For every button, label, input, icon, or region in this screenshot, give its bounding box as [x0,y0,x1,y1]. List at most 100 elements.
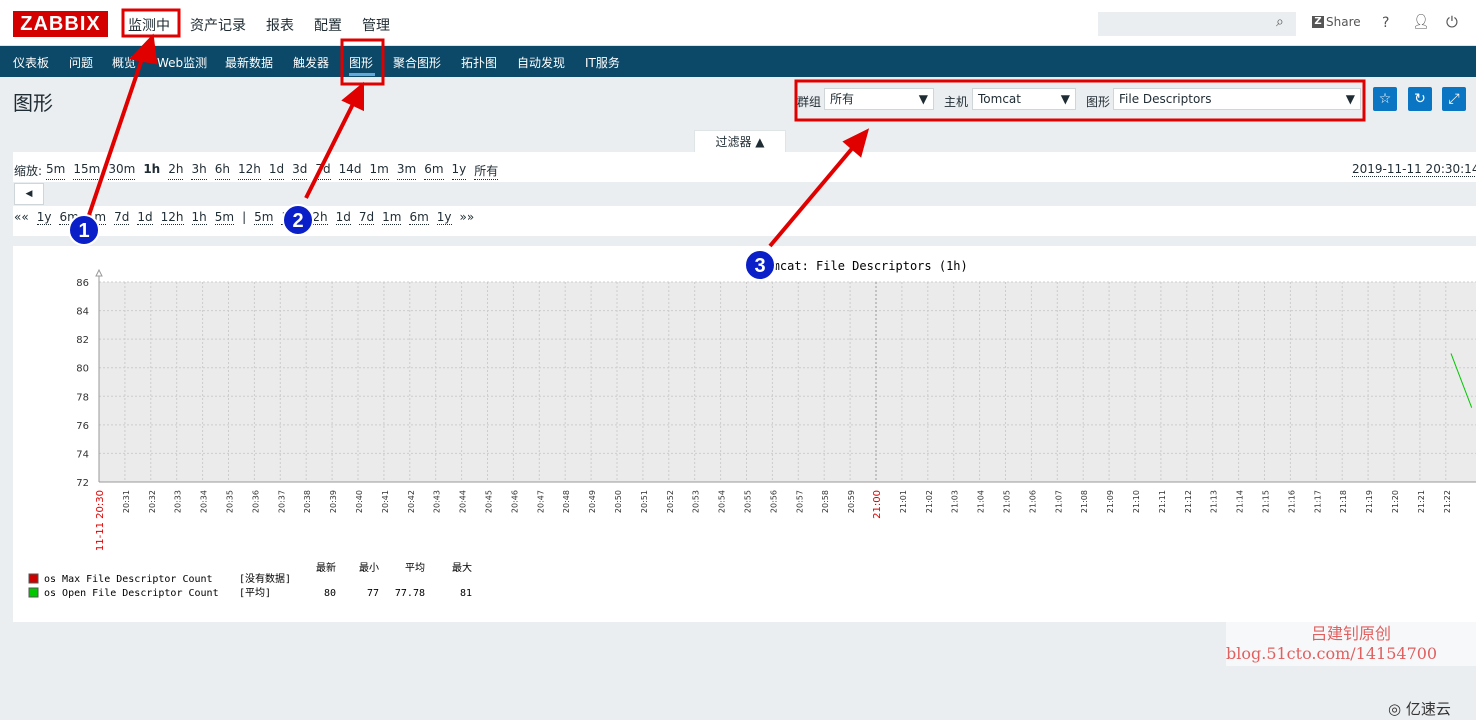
nav-back-1m[interactable]: 1m [86,210,107,225]
menu-monitoring[interactable]: 监测中 [128,15,170,35]
zoom-option-1y[interactable]: 1y [451,162,467,180]
nav-back-12h[interactable]: 12h [160,210,184,225]
menu-configuration[interactable]: 配置 [314,15,342,35]
legend-header: 最小 [359,562,379,574]
user-profile-icon[interactable]: 👤︎ [1412,14,1430,30]
y-axis-arrow [95,268,103,277]
y-tick-label: 80 [76,364,89,375]
nav-overview[interactable]: 概览 [112,54,136,71]
share-button[interactable]: Share [1326,15,1361,29]
zoom-option-3d[interactable]: 3d [292,162,308,180]
nav-forward-7d[interactable]: 7d [358,210,375,225]
zoom-option-30m[interactable]: 30m [108,162,136,180]
host-value: Tomcat [978,92,1021,106]
x-tick-label: 21:10 [1132,490,1141,513]
nav-forward-6m[interactable]: 6m [409,210,429,225]
nav-latest-data[interactable]: 最新数据 [225,54,273,71]
x-tick-label: 20:41 [381,490,390,513]
signout-icon[interactable]: ⏻ [1446,13,1458,31]
period-range[interactable]: 2019-11-11 20:30:14 - 2 [1352,162,1476,177]
nav-forward-5m[interactable]: 5m [254,210,274,225]
nav-back-1d[interactable]: 1d [137,210,153,225]
filter-tab[interactable]: 过滤器 ▲ [694,130,786,153]
legend-series-name: os Max File Descriptor Count [44,574,213,585]
nav-back-7d[interactable]: 7d [114,210,130,225]
x-tick-label: 20:47 [536,490,545,513]
nav-dashboard[interactable]: 仪表板 [13,54,49,71]
zoom-option-5m[interactable]: 5m [46,162,66,180]
nav-discovery[interactable]: 自动发现 [517,54,565,71]
legend-header: 最大 [452,561,472,574]
y-tick-label: 86 [76,278,89,289]
zoom-option-15m[interactable]: 15m [73,162,101,180]
x-tick-label: 20:39 [329,490,338,513]
nav-forward-1y[interactable]: 1y [436,210,452,225]
x-tick-label: 20:50 [614,490,623,513]
x-tick-label: 20:31 [122,490,131,513]
host-label: 主机 [944,95,969,109]
nav-screens[interactable]: 聚合图形 [393,54,441,71]
nav-back-6m[interactable]: 6m [59,210,79,225]
scroll-left-button[interactable]: ◀ [14,183,44,205]
nav-back-1h[interactable]: 1h [191,210,207,225]
x-tick-label: 20:36 [251,490,260,513]
nav-forward-1m[interactable]: 1m [382,210,402,225]
help-button[interactable]: ? [1382,15,1389,31]
x-tick-label: 21:01 [899,490,908,513]
nav-web[interactable]: Web监测 [157,54,207,71]
x-tick-label: 20:46 [510,490,519,513]
zabbix-logo[interactable]: ZABBIX [13,11,108,37]
legend-swatch [28,573,39,584]
fullscreen-button[interactable]: ⤢ [1442,87,1466,111]
watermark: 吕建钊原创 blog.51cto.com/14154700 [1226,620,1476,666]
refresh-button[interactable]: ↻ [1408,87,1432,111]
graph-select[interactable]: File Descriptors ▼ [1113,88,1361,110]
zoom-option-6m[interactable]: 6m [424,162,444,180]
nav-triggers[interactable]: 触发器 [293,54,329,71]
x-tick-label: 20:48 [562,490,571,513]
menu-reports[interactable]: 报表 [266,15,294,35]
x-tick-label: 20:59 [847,490,856,513]
nav-forward-1d[interactable]: 1d [335,210,351,225]
zoom-option-1h[interactable]: 1h [143,162,160,180]
zoom-option-3m[interactable]: 3m [396,162,417,180]
search-icon[interactable]: ⌕ [1276,14,1284,30]
zoom-option-3h[interactable]: 3h [191,162,207,180]
x-tick-label: 21:20 [1391,490,1400,513]
chart-title: Tomcat: File Descriptors (1h) [758,259,968,273]
zoom-option-1m[interactable]: 1m [369,162,389,180]
group-select[interactable]: 所有 ▼ [824,88,934,110]
nav-forward-1h[interactable]: 1h [281,210,297,225]
zoom-option-12h[interactable]: 12h [237,162,261,180]
separator: | [242,210,247,224]
nav-back-5m[interactable]: 5m [214,210,235,225]
zoom-option-14d[interactable]: 14d [338,162,362,180]
nav-forward-»»[interactable]: »» [460,210,475,225]
x-tick-label: 20:32 [148,490,157,513]
legend-swatch [28,587,39,598]
search-input[interactable] [1098,12,1296,36]
zoom-option-2h[interactable]: 2h [168,162,184,180]
nav-back-1y[interactable]: 1y [36,210,52,225]
watermark-line2: blog.51cto.com/14154700 [1226,644,1438,663]
favorite-button[interactable]: ☆ [1373,87,1397,111]
nav-forward-12h[interactable]: 12h [304,210,328,225]
nav-problems[interactable]: 问题 [69,54,93,71]
host-select[interactable]: Tomcat ▼ [972,88,1076,110]
x-tick-label: 20:49 [588,490,597,513]
time-navigation: «« 1y 6m 1m 7d 1d 12h 1h 5m | 5m 1h 12h 1d 7d 1m 6m 1y »» [14,210,482,225]
x-tick-label: 20:55 [744,490,753,513]
nav-maps[interactable]: 拓扑图 [461,54,497,71]
zoom-option-1d[interactable]: 1d [268,162,285,180]
nav-back-««[interactable]: «« [14,210,29,225]
nav-it-services[interactable]: IT服务 [585,54,620,71]
menu-administration[interactable]: 管理 [362,15,390,35]
legend-series-name: os Open File Descriptor Count [44,588,219,599]
zoom-option-所有[interactable]: 所有 [474,162,499,180]
sub-navigation [0,46,1476,77]
nav-graphs[interactable]: 图形 [349,54,373,71]
x-tick-label: 21:02 [925,490,934,513]
zoom-option-6h[interactable]: 6h [214,162,230,180]
zoom-option-7d[interactable]: 7d [315,162,331,180]
menu-inventory[interactable]: 资产记录 [190,15,246,35]
